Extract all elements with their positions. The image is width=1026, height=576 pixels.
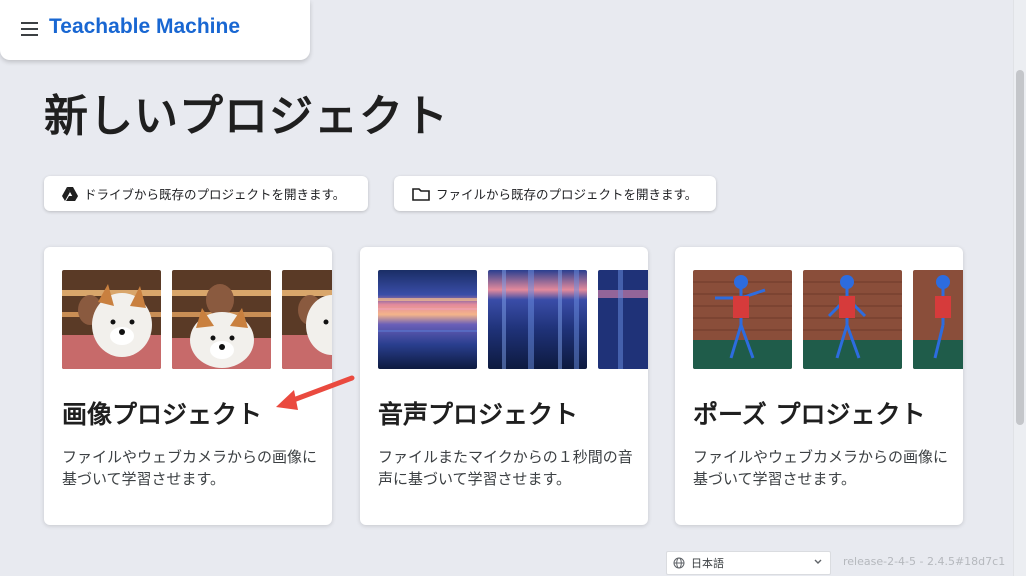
- release-version: release-2-4-5 - 2.4.5#18d7c1: [843, 555, 1006, 568]
- open-from-file-label: ファイルから既存のプロジェクトを開きます。: [436, 187, 698, 202]
- scrollbar-thumb[interactable]: [1016, 70, 1024, 425]
- card-description: ファイルまたマイクからの１秒間の音声に基づいて学習させます。: [378, 448, 633, 488]
- annotation-arrow: [276, 375, 355, 410]
- card-description: ファイルやウェブカメラからの画像に基づいて学習させます。: [693, 448, 949, 488]
- open-from-drive-button[interactable]: ドライブから既存のプロジェクトを開きます。: [44, 176, 368, 211]
- pose-thumbnail: [803, 270, 902, 369]
- pose-thumbnail: [913, 270, 963, 369]
- folder-icon: [412, 187, 430, 201]
- open-from-file-button[interactable]: ファイルから既存のプロジェクトを開きます。: [394, 176, 716, 211]
- page-title: 新しいプロジェクト: [44, 91, 449, 142]
- header-card: Teachable Machine: [0, 0, 310, 60]
- spectrogram-thumbnail: [378, 270, 477, 369]
- language-select-value: 日本語: [691, 557, 724, 570]
- card-title: 音声プロジェクト: [378, 400, 579, 429]
- audio-project-card[interactable]: 音声プロジェクト ファイルまたマイクからの１秒間の音声に基づいて学習させます。: [360, 247, 648, 525]
- card-title: 画像プロジェクト: [62, 400, 263, 429]
- language-select[interactable]: 日本語: [666, 551, 831, 575]
- audio-project-thumbnails: [378, 270, 648, 369]
- spectrogram-thumbnail: [598, 270, 648, 369]
- chevron-down-icon: [813, 555, 823, 569]
- webcam-thumbnail: [282, 270, 332, 369]
- app-title[interactable]: Teachable Machine: [49, 15, 240, 39]
- globe-icon: [673, 557, 685, 569]
- open-from-drive-label: ドライブから既存のプロジェクトを開きます。: [84, 187, 346, 202]
- card-title: ポーズ プロジェクト: [693, 400, 926, 429]
- pose-project-card[interactable]: ポーズ プロジェクト ファイルやウェブカメラからの画像に基づいて学習させます。: [675, 247, 963, 525]
- hamburger-menu-icon[interactable]: [21, 22, 38, 36]
- card-description: ファイルやウェブカメラからの画像に基づいて学習させます。: [62, 448, 318, 488]
- webcam-thumbnail: [172, 270, 271, 369]
- pose-project-thumbnails: [693, 270, 963, 369]
- spectrogram-thumbnail: [488, 270, 587, 369]
- webcam-thumbnail: [62, 270, 161, 369]
- image-project-thumbnails: [62, 270, 332, 369]
- google-drive-icon: [62, 186, 78, 201]
- pose-thumbnail: [693, 270, 792, 369]
